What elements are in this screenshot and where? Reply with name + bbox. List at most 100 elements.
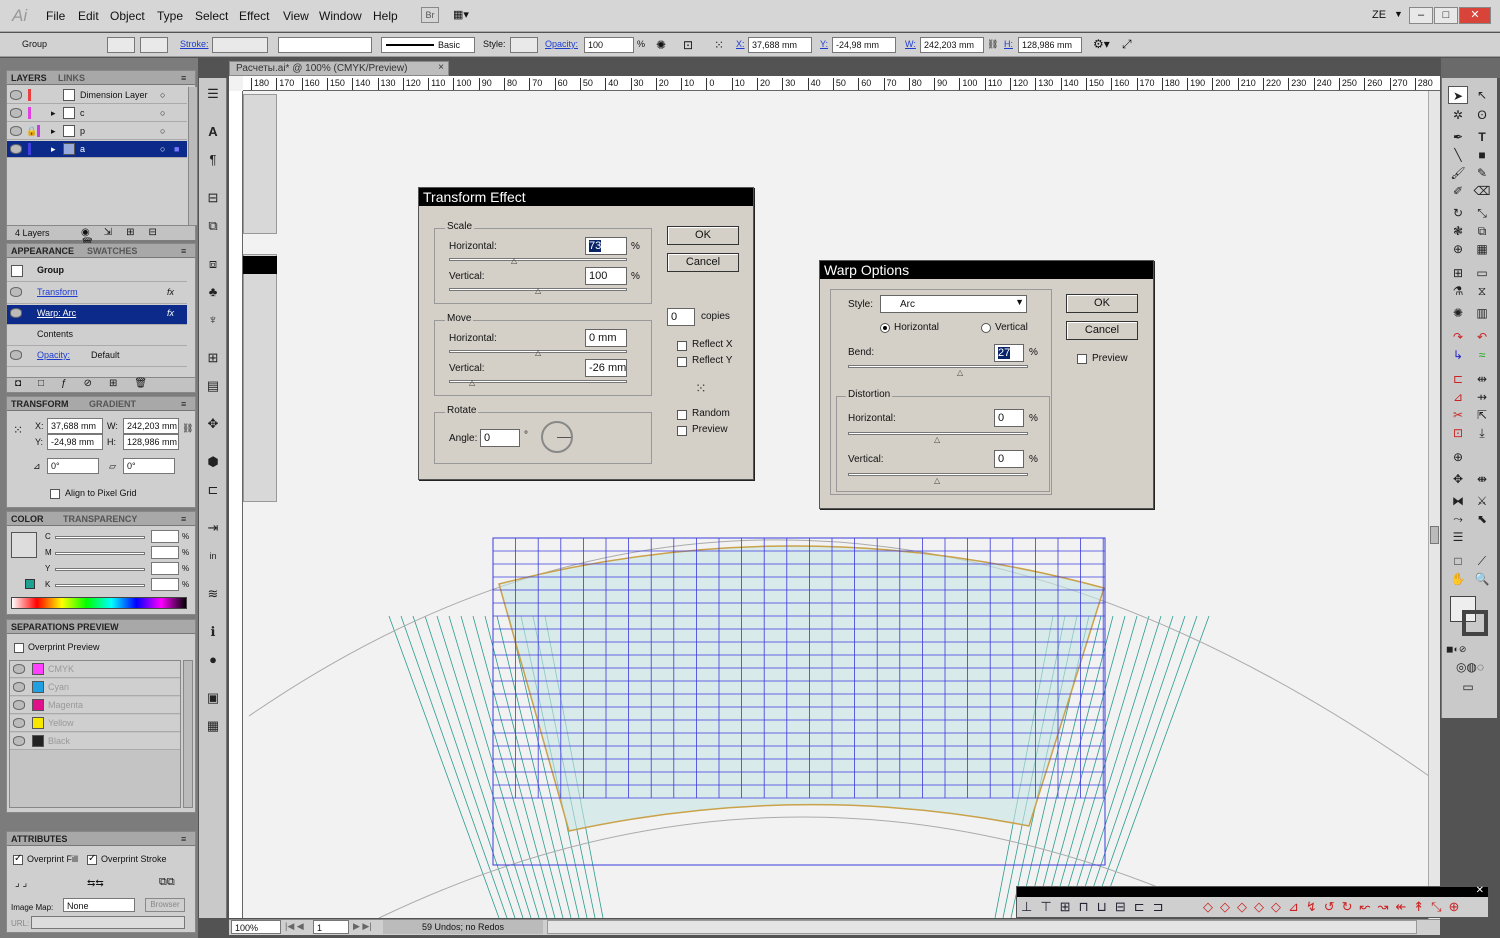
status-text[interactable]: 59 Undos; no Redos xyxy=(383,920,543,934)
menu-type[interactable]: Type xyxy=(157,9,183,23)
channel-y-slider[interactable] xyxy=(55,568,145,571)
graphic-style-icon[interactable]: ⊏ xyxy=(203,480,223,500)
symbols-icon[interactable]: ⧈ xyxy=(203,254,223,274)
direct-selection-tool-icon[interactable]: ↖ xyxy=(1472,86,1492,104)
y-field[interactable]: -24,98 mm xyxy=(832,37,896,53)
menu-view[interactable]: View xyxy=(283,9,309,23)
close-icon[interactable]: ✕ xyxy=(1476,885,1484,896)
layer-name[interactable]: Dimension Layer xyxy=(80,90,148,100)
custom-tool-icon[interactable]: ↷ xyxy=(1448,328,1468,346)
channel-y-field[interactable] xyxy=(151,562,179,575)
chevron-down-icon[interactable]: ▼ xyxy=(1394,9,1403,19)
scale-horizontal-field[interactable]: 73 xyxy=(585,237,627,255)
distortion-vertical-field[interactable]: 0 xyxy=(994,450,1024,468)
rectangle-tool-icon[interactable]: ■ xyxy=(1472,146,1492,164)
url-field[interactable] xyxy=(31,916,185,929)
panel-menu-icon[interactable]: ≡ xyxy=(181,73,186,83)
magic-wand-tool-icon[interactable]: ✲ xyxy=(1448,106,1468,124)
document-info-icon[interactable]: ▤ xyxy=(203,376,223,396)
vertical-scrollbar[interactable] xyxy=(1428,91,1440,919)
custom-tool-icon[interactable]: ⊡ xyxy=(1448,424,1468,442)
club-symbol-icon[interactable]: ♣ xyxy=(203,282,223,302)
scale-tool-icon[interactable]: ⤡ xyxy=(1472,204,1492,222)
menu-edit[interactable]: Edit xyxy=(78,9,99,23)
zoom-tool-icon[interactable]: 🔍 xyxy=(1472,570,1492,588)
tab-gradient[interactable]: GRADIENT xyxy=(89,399,136,409)
recolor-artwork-icon[interactable]: ✺ xyxy=(656,38,666,52)
layer-row[interactable]: ▸ c ○ xyxy=(7,105,187,122)
h-field[interactable]: 128,986 mm xyxy=(123,434,179,450)
ok-button[interactable]: OK xyxy=(667,226,739,245)
symbol-sprayer-tool-icon[interactable]: ✺ xyxy=(1448,304,1468,322)
color-guide-icon[interactable]: ● xyxy=(203,650,223,670)
x-label[interactable]: X: xyxy=(736,39,745,49)
perspective-grid-tool-icon[interactable]: ▦ xyxy=(1472,240,1492,258)
isolate-group-icon[interactable]: ⤢ xyxy=(1122,37,1132,52)
eye-icon[interactable] xyxy=(13,700,25,710)
target-icon[interactable]: ○ xyxy=(160,108,165,118)
align-distribute-icons[interactable]: ⊥⊤⊞⊓⊔⊟⊏⊐ xyxy=(1021,899,1172,915)
layer-name[interactable]: a xyxy=(80,144,85,154)
pen-tool-icon[interactable]: ✒ xyxy=(1448,128,1468,146)
x-field[interactable]: 37,688 mm xyxy=(748,37,812,53)
horizontal-scrollbar[interactable] xyxy=(547,920,1417,934)
shear-field[interactable]: 0° xyxy=(123,458,175,474)
move-vertical-field[interactable]: -26 mm xyxy=(585,359,627,377)
custom-tool-icon[interactable]: ☰ xyxy=(1448,528,1468,546)
brush-definition[interactable]: Basic xyxy=(381,37,475,53)
eye-icon[interactable] xyxy=(13,682,25,692)
artboard-tool-icon[interactable]: ⧓ xyxy=(1448,492,1468,510)
panel-menu-icon[interactable]: ≡ xyxy=(181,514,186,524)
bend-field[interactable]: 27 xyxy=(994,344,1024,362)
panel-menu-icon[interactable]: ≡ xyxy=(181,399,186,409)
angle-dial[interactable] xyxy=(541,421,573,453)
channel-m-field[interactable] xyxy=(151,546,179,559)
custom-tool-icon[interactable]: ↶ xyxy=(1472,328,1492,346)
custom-tool-icon[interactable]: ⤓ xyxy=(1472,424,1492,442)
tab-transform[interactable]: TRANSFORM xyxy=(11,399,69,409)
transform-action-icons[interactable]: ◇◇◇◇◇⊿↯↺↻↜↝↞↟⤡⊕ xyxy=(1203,899,1466,915)
custom-tool-icon[interactable]: □ xyxy=(1448,552,1468,570)
flattener-icon[interactable]: ⇥ xyxy=(203,518,223,538)
color-mode-icons[interactable]: ◼◐⊘ xyxy=(1446,640,1466,658)
attributes-title[interactable]: ATTRIBUTES xyxy=(11,834,67,844)
zoom-field[interactable]: 100% xyxy=(231,920,281,934)
fill-rule-icons[interactable]: ⧉⧉ xyxy=(159,876,175,889)
cancel-button[interactable]: Cancel xyxy=(667,253,739,272)
plate-row[interactable]: CMYK xyxy=(10,661,180,678)
eye-icon[interactable] xyxy=(10,108,22,118)
reference-point-icon[interactable]: ⁙ xyxy=(695,380,707,397)
align-panel-icon[interactable]: ⊟ xyxy=(203,188,223,208)
plate-row[interactable]: Black xyxy=(10,733,180,750)
angle-field[interactable]: 0 xyxy=(480,429,520,447)
fill-stroke-widget[interactable] xyxy=(1450,596,1488,638)
reflect-x-checkbox[interactable] xyxy=(677,341,687,351)
opacity-field[interactable]: 100 xyxy=(584,37,634,53)
eye-icon[interactable] xyxy=(10,126,22,136)
minimize-button[interactable]: – xyxy=(1409,7,1433,24)
last-color-swatch[interactable] xyxy=(25,579,35,589)
list-icon[interactable]: ☰ xyxy=(203,84,223,104)
plate-row[interactable]: Cyan xyxy=(10,679,180,696)
rotate-field[interactable]: 0° xyxy=(47,458,99,474)
brush-icon[interactable]: ♆ xyxy=(203,310,223,330)
bend-slider[interactable] xyxy=(848,365,1028,368)
custom-tool-icon[interactable]: ⇼ xyxy=(1472,470,1492,488)
reference-point-icon[interactable]: ⁙ xyxy=(714,38,724,52)
channel-k-field[interactable] xyxy=(151,578,179,591)
cancel-button[interactable]: Cancel xyxy=(1066,321,1138,340)
layer-row[interactable]: 🔒 ▸ p ○ xyxy=(7,123,187,140)
stroke-panel-icon[interactable]: ≋ xyxy=(203,584,223,604)
channel-k-slider[interactable] xyxy=(55,584,145,587)
custom-tool-icon[interactable]: ⊿ xyxy=(1448,388,1468,406)
lock-icon[interactable]: 🔒 xyxy=(26,126,37,137)
variable-width-profile[interactable] xyxy=(278,37,372,53)
target-icon[interactable]: ○ xyxy=(160,90,165,100)
browser-button[interactable]: Browser xyxy=(145,898,185,912)
menu-file[interactable]: File xyxy=(46,9,65,23)
move-vertical-slider[interactable] xyxy=(449,380,627,383)
graph-tool-icon[interactable]: ▥ xyxy=(1472,304,1492,322)
expand-arrow-icon[interactable]: ▸ xyxy=(51,144,56,155)
maximize-button[interactable]: □ xyxy=(1434,7,1458,24)
w-field[interactable]: 242,203 mm xyxy=(920,37,984,53)
